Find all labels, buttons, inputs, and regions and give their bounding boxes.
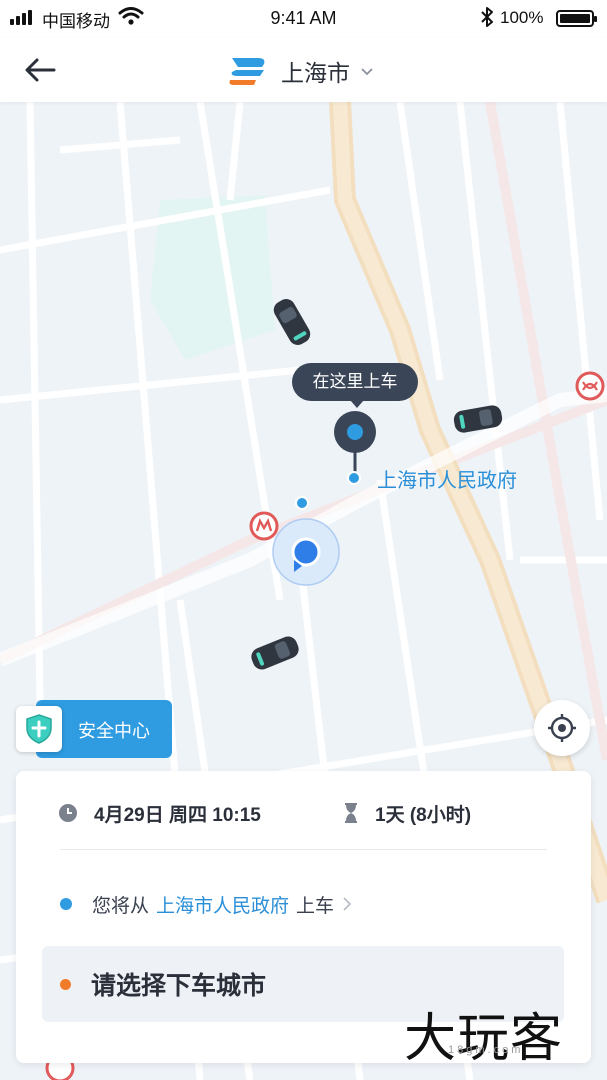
- chevron-down-icon[interactable]: [360, 64, 374, 82]
- status-bar: 中国移动 9:41 AM 100%: [0, 0, 607, 38]
- pickup-dot: [60, 898, 72, 910]
- poi-label[interactable]: 上海市人民政府: [377, 464, 517, 493]
- metro-icon: [249, 511, 279, 541]
- shield-cross-icon: [16, 706, 62, 752]
- divider: [60, 849, 547, 850]
- nav-bar: 上海市: [0, 38, 607, 102]
- route-dot: [295, 496, 309, 510]
- pickup-row[interactable]: 您将从 上海市人民政府 上车: [60, 889, 352, 919]
- destination-prompt: 请选择下车城市: [91, 972, 267, 1000]
- back-button[interactable]: [20, 52, 60, 88]
- trip-datetime: 4月29日 周四 10:15: [94, 804, 261, 826]
- watermark-subtext: 18gm.com: [448, 1044, 524, 1056]
- clock-icon: [58, 803, 78, 823]
- pickup-bubble[interactable]: 在这里上车: [292, 363, 418, 408]
- safety-center-button[interactable]: 安全中心: [16, 700, 172, 758]
- trip-duration: 1天 (8小时): [375, 804, 472, 826]
- bluetooth-icon: [480, 6, 494, 33]
- locate-button[interactable]: [534, 700, 590, 756]
- locate-icon: [548, 714, 576, 742]
- chevron-right-icon: [342, 896, 352, 912]
- city-selector[interactable]: 上海市: [281, 54, 350, 88]
- current-location-icon: [272, 518, 340, 586]
- pickup-prefix: 您将从: [92, 895, 150, 917]
- battery-icon: [556, 10, 597, 27]
- pickup-location: 上海市人民政府: [156, 895, 290, 917]
- trip-duration-group[interactable]: 1天 (8小时): [343, 800, 471, 826]
- back-arrow-icon: [25, 58, 56, 82]
- pickup-suffix: 上车: [296, 895, 335, 917]
- watermark: 大玩客: [404, 1009, 564, 1069]
- trip-time-row[interactable]: 4月29日 周四 10:15 1天 (8小时): [58, 800, 471, 826]
- battery-percent: 100%: [500, 8, 544, 27]
- safety-center-label: 安全中心: [78, 721, 150, 741]
- metro-icon: [575, 371, 605, 401]
- brand-logo-icon: [228, 52, 270, 93]
- destination-dot: [60, 978, 71, 990]
- hourglass-icon: [343, 803, 359, 823]
